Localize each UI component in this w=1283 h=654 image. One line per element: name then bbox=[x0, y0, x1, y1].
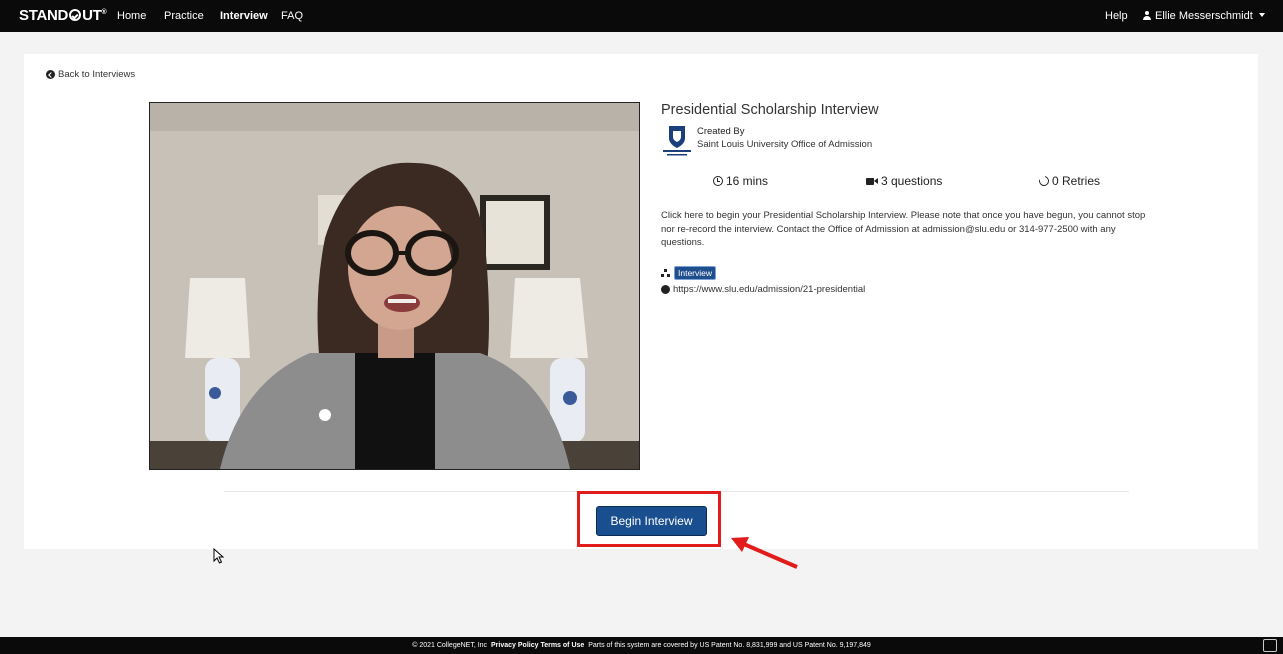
retry-icon bbox=[1037, 174, 1051, 188]
footer-copyright: © 2021 CollegeNET, Inc bbox=[412, 642, 488, 649]
begin-interview-button[interactable]: Begin Interview bbox=[596, 506, 707, 536]
collegenet-logo-icon bbox=[1263, 639, 1277, 652]
video-frame bbox=[150, 103, 639, 469]
duration-text: 16 mins bbox=[726, 174, 769, 188]
clock-icon bbox=[713, 176, 723, 186]
retries-text: 0 Retries bbox=[1052, 174, 1101, 188]
mouse-cursor-icon bbox=[213, 548, 225, 564]
video-camera-icon bbox=[866, 177, 878, 186]
back-to-interviews-link[interactable]: Back to Interviews bbox=[46, 69, 135, 80]
back-icon bbox=[46, 70, 55, 79]
logo-o-mark bbox=[69, 9, 82, 21]
footer-patent: Parts of this system are covered by US P… bbox=[588, 642, 871, 649]
standout-logo[interactable]: STAND UT® bbox=[19, 7, 107, 24]
user-menu[interactable]: Ellie Messerschmidt bbox=[1143, 10, 1265, 22]
retries-stat: 0 Retries bbox=[1037, 174, 1101, 188]
questions-stat: 3 questions bbox=[866, 174, 942, 188]
questions-text: 3 questions bbox=[881, 174, 943, 188]
creator-name: Saint Louis University Office of Admissi… bbox=[697, 139, 873, 150]
interview-url-link[interactable]: https://www.slu.edu/admission/21-preside… bbox=[661, 284, 865, 295]
caret-down-icon bbox=[1258, 13, 1265, 17]
footer-privacy-link[interactable]: Privacy Policy bbox=[491, 642, 538, 649]
interview-description: Click here to begin your Presidential Sc… bbox=[661, 210, 1146, 248]
nav-faq[interactable]: FAQ bbox=[281, 10, 303, 22]
interview-title: Presidential Scholarship Interview bbox=[661, 102, 879, 118]
annotation-arrow bbox=[731, 537, 798, 569]
footer-terms-link[interactable]: Terms of Use bbox=[540, 642, 584, 649]
nav-practice[interactable]: Practice bbox=[164, 10, 204, 22]
interview-card: Back to Interviews Presidential Scholars… bbox=[24, 54, 1258, 569]
slu-logo bbox=[663, 126, 691, 156]
category-row: Interview bbox=[661, 266, 717, 280]
nav-help[interactable]: Help bbox=[1105, 10, 1128, 22]
globe-icon bbox=[661, 285, 670, 294]
user-icon bbox=[1143, 11, 1151, 20]
nav-interview[interactable]: Interview bbox=[220, 10, 268, 22]
footer: © 2021 CollegeNET, Inc Privacy Policy Te… bbox=[0, 637, 1283, 654]
category-tag[interactable]: Interview bbox=[674, 266, 717, 280]
nav-home[interactable]: Home bbox=[117, 10, 146, 22]
back-label: Back to Interviews bbox=[58, 69, 136, 80]
url-text: https://www.slu.edu/admission/21-preside… bbox=[673, 284, 866, 295]
duration-stat: 16 mins bbox=[713, 174, 768, 188]
created-by-label: Created By bbox=[697, 126, 745, 137]
user-name: Ellie Messerschmidt bbox=[1155, 10, 1253, 22]
sitemap-icon bbox=[661, 269, 670, 277]
intro-video[interactable] bbox=[149, 102, 640, 470]
top-navbar: STAND UT® Home Practice Interview FAQ Hel… bbox=[0, 0, 1283, 32]
